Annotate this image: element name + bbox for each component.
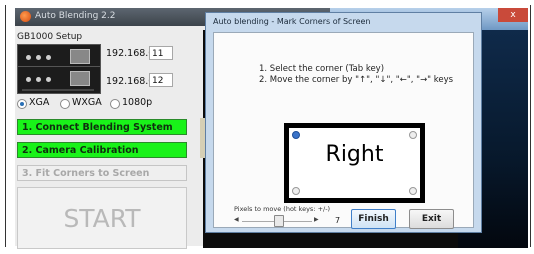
corner-top-left-handle[interactable] bbox=[292, 131, 300, 139]
exit-button[interactable]: Exit bbox=[409, 209, 454, 229]
connect-blending-button[interactable]: 1. Connect Blending System bbox=[17, 119, 187, 135]
background-close-button[interactable]: x bbox=[498, 8, 528, 22]
radio-xga-label: XGA bbox=[29, 97, 50, 108]
device-image-2 bbox=[17, 66, 101, 94]
setup-label: GB1000 Setup bbox=[17, 32, 83, 42]
radio-wxga[interactable] bbox=[60, 99, 70, 109]
corner-bottom-left-handle[interactable] bbox=[292, 187, 300, 195]
radio-wxga-label: WXGA bbox=[72, 97, 102, 108]
radio-xga[interactable] bbox=[17, 99, 27, 109]
camera-calibration-button[interactable]: 2. Camera Calibration bbox=[17, 142, 187, 158]
start-button[interactable]: START bbox=[17, 187, 187, 249]
ethernet-port-icon bbox=[70, 71, 90, 86]
radio-1080p-label: 1080p bbox=[122, 97, 153, 108]
slider-left-arrow-icon[interactable]: ◀ bbox=[234, 216, 239, 223]
corner-top-right-handle[interactable] bbox=[409, 131, 417, 139]
ethernet-port-icon bbox=[70, 49, 90, 64]
instruction-select-corner: 1. Select the corner (Tab key) bbox=[259, 64, 385, 74]
mark-corners-dialog: Auto blending - Mark Corners of Screen 1… bbox=[205, 12, 482, 233]
instruction-move-corner: 2. Move the corner by "↑", "↓", "←", "→"… bbox=[259, 75, 454, 85]
slider-thumb[interactable] bbox=[274, 215, 284, 227]
dialog-title: Auto blending - Mark Corners of Screen bbox=[213, 17, 371, 26]
app-icon bbox=[20, 11, 31, 22]
main-window-title: Auto Blending 2.2 bbox=[35, 11, 116, 21]
ip-input-1[interactable]: 11 bbox=[149, 46, 173, 60]
radio-1080p[interactable] bbox=[110, 99, 120, 109]
corner-preview: Right bbox=[284, 123, 425, 203]
finish-button[interactable]: Finish bbox=[351, 209, 396, 229]
pixels-slider[interactable]: ◀ ▶ bbox=[234, 215, 322, 227]
corner-bottom-right-handle[interactable] bbox=[409, 187, 417, 195]
pixels-value: 7 bbox=[335, 216, 341, 225]
fit-corners-button[interactable]: 3. Fit Corners to Screen bbox=[17, 165, 187, 181]
preview-label: Right bbox=[325, 142, 384, 167]
pixels-label: Pixels to move (hot keys: +/-) bbox=[234, 205, 331, 213]
dialog-body: 1. Select the corner (Tab key) 2. Move t… bbox=[213, 32, 474, 229]
screenshot-frame: Auto Blending 2.2 GB1000 Setup 192.168.0… bbox=[0, 0, 534, 254]
slider-right-arrow-icon[interactable]: ▶ bbox=[314, 216, 319, 223]
ip-input-2[interactable]: 12 bbox=[149, 73, 173, 87]
